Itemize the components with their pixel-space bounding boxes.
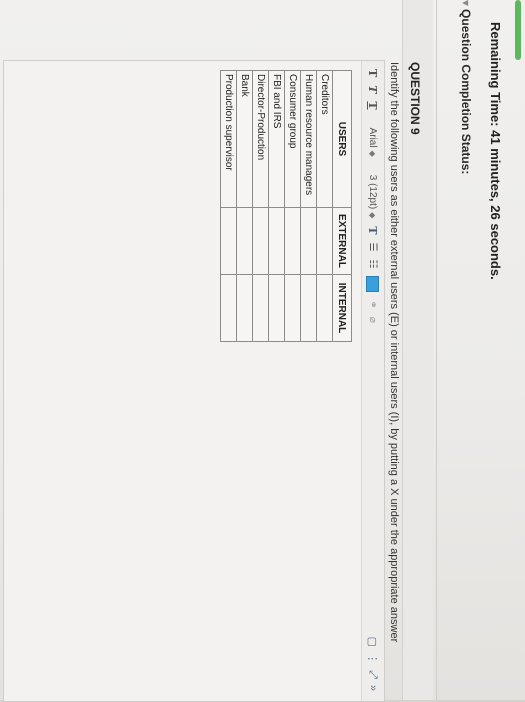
external-cell[interactable] [236,207,253,275]
user-cell[interactable]: Human resource managers [300,70,317,208]
internal-cell[interactable] [220,274,237,342]
header-users: USERS [332,70,352,208]
table-row: Human resource managers [300,70,317,342]
underline-button[interactable]: T [367,101,380,109]
collapse-toolbar-icon[interactable]: » [367,685,380,691]
remaining-time: Remaining Time: 41 minutes, 26 seconds. [488,22,503,280]
external-cell[interactable] [220,207,237,275]
answer-editor[interactable]: T T T Arial ◆ 3 (12pt) ◆ T ☰ ☷ ⚭ ⌀ ▢ ⋮ ⤢ »… [3,60,385,702]
user-cell[interactable]: FBI and IRS [268,70,285,208]
table-row: Bank [236,70,253,342]
status-label: Question Completion Status: [459,9,473,175]
toolbar-right-group: ▢ ⋮ ⤢ » [367,637,380,691]
font-size-value: 3 (12pt) [367,174,379,210]
header-external: EXTERNAL [332,207,352,275]
screen: Remaining Time: 41 minutes, 26 seconds. … [0,0,525,702]
internal-cell[interactable] [316,274,333,342]
table-row: Creditors [316,70,333,342]
external-cell[interactable] [252,207,269,275]
select-arrow-icon: ◆ [368,150,378,157]
remaining-time-label: Remaining Time: [488,22,503,131]
font-family-select[interactable]: Arial ◆ [368,128,379,157]
minutes-unit: minutes, [488,144,503,206]
bold-button[interactable]: T [367,69,380,77]
font-family-value: Arial [367,127,379,148]
question-completion-status[interactable]: ▾ Question Completion Status: [459,0,473,174]
editor-toolbar: T T T Arial ◆ 3 (12pt) ◆ T ☰ ☷ ⚭ ⌀ ▢ ⋮ ⤢ » [361,61,384,701]
internal-cell[interactable] [284,274,301,342]
table-row: Director-Production [252,70,269,342]
more-options-icon[interactable]: ⋮ [367,653,380,664]
user-cell[interactable]: Bank [236,70,253,208]
bullet-list-icon[interactable]: ☰ [368,243,379,252]
spellcheck-icon[interactable] [366,276,380,293]
expand-icon[interactable]: ⤢ [367,670,380,679]
user-cell[interactable]: Director-Production [252,70,269,208]
table-row: Production supervisor [220,70,237,342]
link-icon[interactable]: ⚭ [368,300,379,308]
numbered-list-icon[interactable]: ☷ [368,260,379,269]
unlink-icon[interactable]: ⌀ [368,317,379,323]
italic-button[interactable]: T [367,85,380,93]
table-header-row: USERS EXTERNAL INTERNAL [332,70,352,342]
question-title: QUESTION 9 [408,62,422,135]
user-cell[interactable]: Consumer group [284,70,301,208]
collapse-caret-icon[interactable]: ▾ [459,0,473,6]
remaining-seconds: 26 [488,205,503,220]
table-row: FBI and IRS [268,70,285,342]
internal-cell[interactable] [268,274,285,342]
internal-cell[interactable] [252,274,269,342]
question-prompt: Identify the following users as either e… [388,62,400,643]
divider [436,0,437,700]
external-cell[interactable] [316,207,333,275]
table-row: Consumer group [284,70,301,342]
text-color-button[interactable]: T [367,226,380,234]
internal-cell[interactable] [236,274,253,342]
user-cell[interactable]: Production supervisor [220,70,237,208]
internal-cell[interactable] [300,274,317,342]
fullscreen-icon[interactable]: ▢ [367,637,380,647]
external-cell[interactable] [268,207,285,275]
header-internal: INTERNAL [332,274,352,342]
user-cell[interactable]: Creditors [316,70,333,208]
external-cell[interactable] [284,207,301,275]
remaining-minutes: 41 [488,130,503,145]
font-size-select[interactable]: 3 (12pt) ◆ [368,175,379,219]
seconds-unit: seconds. [488,219,503,280]
users-table: USERS EXTERNAL INTERNAL Creditors Human … [220,70,352,342]
select-arrow-icon: ◆ [368,212,378,219]
external-cell[interactable] [300,207,317,275]
progress-bar [515,0,521,60]
